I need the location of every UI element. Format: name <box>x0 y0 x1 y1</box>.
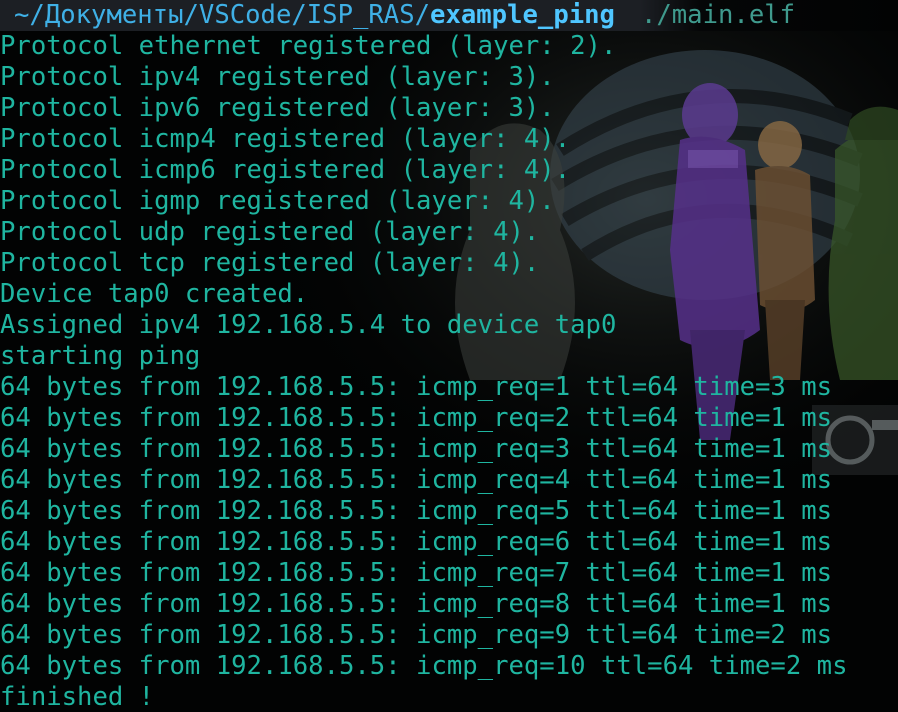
prompt-current-directory: example_ping <box>430 0 615 30</box>
prompt-command: ./main.elf <box>640 0 796 30</box>
output-line: 64 bytes from 192.168.5.5: icmp_req=3 tt… <box>0 434 833 464</box>
output-line: Protocol ipv4 registered (layer: 3). <box>0 62 555 92</box>
output-line: 64 bytes from 192.168.5.5: icmp_req=1 tt… <box>0 372 833 402</box>
output-line: Protocol igmp registered (layer: 4). <box>0 186 555 216</box>
prompt-path: ~/Документы/VSCode/ISP_RAS/example_ping <box>0 0 615 31</box>
output-line: Protocol udp registered (layer: 4). <box>0 217 540 247</box>
output-line: 64 bytes from 192.168.5.5: icmp_req=6 tt… <box>0 527 833 557</box>
output-line: Protocol tcp registered (layer: 4). <box>0 248 540 278</box>
output-line: Protocol ethernet registered (layer: 2). <box>0 31 617 61</box>
output-line: Protocol icmp4 registered (layer: 4). <box>0 124 571 154</box>
output-line: 64 bytes from 192.168.5.5: icmp_req=4 tt… <box>0 465 833 495</box>
output-line: Protocol icmp6 registered (layer: 4). <box>0 155 571 185</box>
output-line: Assigned ipv4 192.168.5.4 to device tap0 <box>0 310 617 340</box>
terminal-window[interactable]: ~/Документы/VSCode/ISP_RAS/example_ping.… <box>0 0 898 712</box>
output-line: 64 bytes from 192.168.5.5: icmp_req=5 tt… <box>0 496 833 526</box>
output-line: finished ! <box>0 682 155 712</box>
terminal-output: Protocol ethernet registered (layer: 2).… <box>0 31 898 712</box>
output-line: 64 bytes from 192.168.5.5: icmp_req=10 t… <box>0 651 848 681</box>
output-line: Protocol ipv6 registered (layer: 3). <box>0 93 555 123</box>
output-line: 64 bytes from 192.168.5.5: icmp_req=2 tt… <box>0 403 833 433</box>
output-line: 64 bytes from 192.168.5.5: icmp_req=9 tt… <box>0 620 833 650</box>
output-line: 64 bytes from 192.168.5.5: icmp_req=7 tt… <box>0 558 833 588</box>
output-line: starting ping <box>0 341 201 371</box>
output-line: Device tap0 created. <box>0 279 309 309</box>
output-line: 64 bytes from 192.168.5.5: icmp_req=8 tt… <box>0 589 833 619</box>
prompt-bar: ~/Документы/VSCode/ISP_RAS/example_ping.… <box>0 0 898 31</box>
prompt-path-prefix: ~/Документы/VSCode/ISP_RAS/ <box>14 0 431 30</box>
